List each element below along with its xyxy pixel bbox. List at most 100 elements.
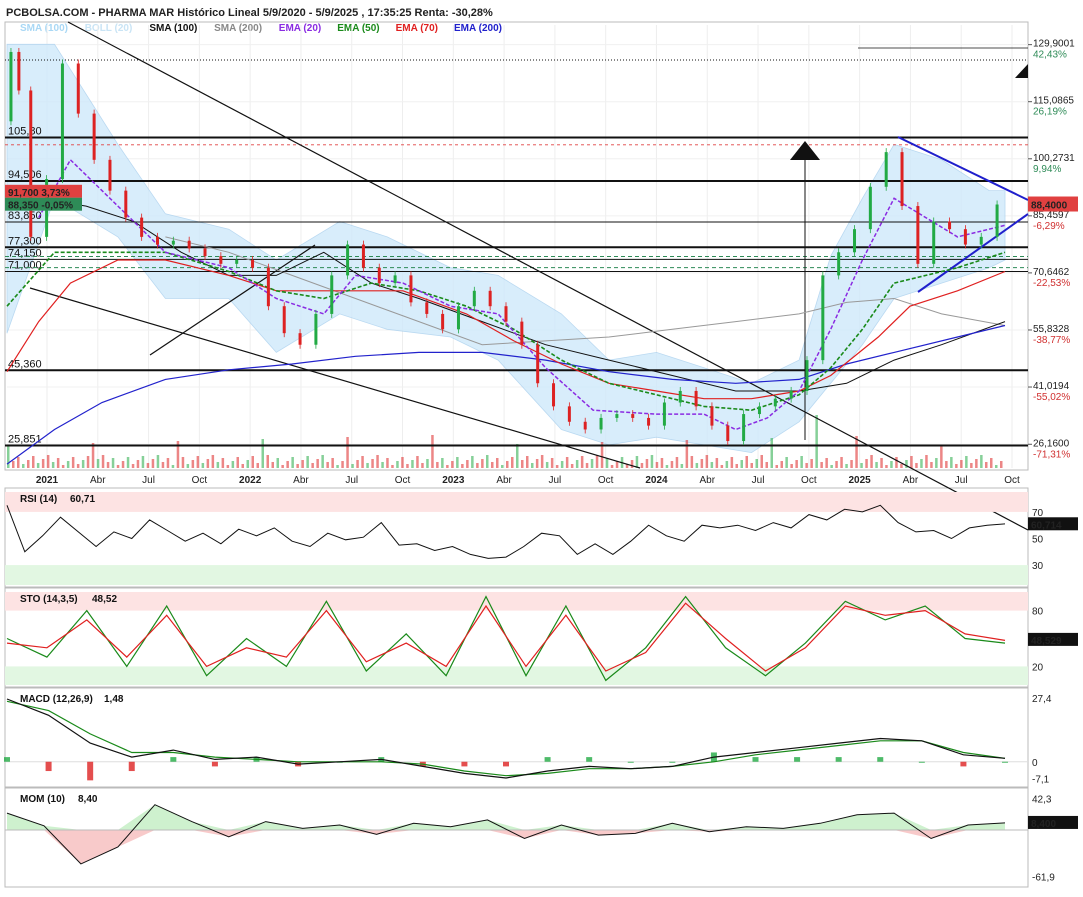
volume-bar — [231, 461, 235, 468]
volume-bar — [451, 461, 454, 468]
macd-histogram-bar — [503, 761, 509, 767]
mom-badge-label: 8,400 — [1031, 819, 1056, 830]
volume-bar — [920, 459, 923, 468]
rsi-axis-label: 30 — [1032, 561, 1044, 572]
volume-bar — [915, 463, 918, 468]
level-label: 83,850 — [8, 210, 42, 222]
volume-bar — [545, 462, 549, 468]
legend: SMA (100) BOLL (20) SMA (100) SMA (200) EMA … — [20, 23, 502, 34]
volume-bar — [635, 456, 639, 468]
volume-bar — [880, 458, 883, 468]
volume-bar — [381, 462, 384, 468]
volume-bar — [321, 455, 324, 468]
level-label: 71,000 — [8, 260, 42, 272]
volume-bar — [960, 460, 963, 468]
macd-histogram-bar — [1002, 761, 1008, 763]
volume-bar — [805, 463, 808, 468]
level-label: 45,360 — [8, 358, 42, 370]
volume-bar — [665, 465, 669, 468]
volume-bar — [830, 465, 833, 468]
macd-histogram-bar — [918, 761, 925, 763]
volume-bar — [311, 463, 314, 468]
volume-bar — [955, 464, 958, 468]
volume-bar — [351, 464, 354, 468]
volume-bar — [181, 457, 185, 468]
axis-pct-label: -55,02% — [1033, 392, 1070, 403]
volume-bar — [655, 462, 659, 468]
mom-axis-label: -61,9 — [1032, 872, 1055, 883]
volume-bar — [516, 444, 519, 468]
volume-bar — [685, 440, 689, 468]
volume-bar — [186, 464, 190, 468]
level-label: 94,506 — [8, 169, 42, 181]
volume-bar — [990, 458, 993, 468]
axis-pct-label: -71,31% — [1033, 449, 1070, 460]
volume-bar — [106, 462, 110, 468]
macd-histogram-bar — [752, 757, 759, 762]
macd-histogram-bar — [877, 757, 884, 762]
x-tick-label: 2025 — [849, 475, 872, 486]
last-price-label: 88,4000 — [1031, 201, 1068, 212]
macd-axis-label: 27,4 — [1032, 694, 1052, 705]
x-tick-label: Oct — [395, 475, 411, 486]
volume-bar — [540, 455, 544, 468]
level-label: 25,851 — [8, 433, 42, 445]
volume-bar — [301, 460, 304, 468]
volume-bar — [361, 456, 364, 468]
chart-stage: PCBOLSA.COM - PHARMA MAR Histórico Linea… — [0, 0, 1083, 892]
mom-title: MOM (10) — [20, 794, 65, 805]
x-tick-label: 2024 — [645, 475, 668, 486]
volume-bar — [550, 458, 554, 468]
axis-value-label: 55,8328 — [1033, 324, 1070, 335]
volume-bar — [610, 465, 614, 468]
volume-bar — [336, 465, 339, 468]
volume-bar — [12, 461, 15, 468]
volume-bar — [51, 462, 55, 468]
stock-chart[interactable]: PCBOLSA.COM - PHARMA MAR Histórico Linea… — [0, 0, 1083, 892]
macd-current: 1,48 — [104, 694, 124, 705]
volume-bar — [945, 461, 948, 468]
volume-bar — [875, 462, 878, 468]
volume-bar — [985, 462, 988, 468]
volume-bar — [850, 460, 853, 468]
price-tag-label: 88,350 -0,05% — [8, 201, 73, 212]
volume-bar — [770, 438, 773, 468]
volume-bar — [146, 463, 150, 468]
volume-bar — [421, 463, 424, 468]
x-tick-label: Jul — [142, 475, 155, 486]
volume-bar — [555, 465, 559, 468]
volume-bar — [526, 456, 529, 468]
volume-bar — [565, 457, 569, 468]
volume-bar — [491, 462, 494, 468]
volume-bar — [201, 463, 205, 468]
legend-item-5: EMA (50) — [337, 23, 379, 34]
macd-histogram-bar — [627, 761, 634, 763]
mom-axis-label: 42,3 — [1032, 794, 1052, 805]
volume-bar — [710, 462, 714, 468]
volume-bar — [341, 461, 344, 468]
axis-value-label: 41,0194 — [1033, 381, 1070, 392]
volume-bar — [191, 460, 195, 468]
volume-bar — [740, 460, 743, 468]
volume-bar — [511, 457, 514, 468]
volume-bar — [291, 457, 294, 468]
legend-item-0: SMA (100) — [20, 23, 68, 34]
volume-bar — [391, 465, 394, 468]
x-tick-label: Jul — [752, 475, 765, 486]
volume-bar — [76, 464, 80, 468]
volume-bar — [426, 459, 429, 468]
volume-bar — [441, 458, 444, 468]
volume-bar — [271, 462, 274, 468]
volume-bar — [466, 460, 469, 468]
volume-bar — [810, 459, 813, 468]
volume-bar — [501, 465, 504, 468]
volume-bar — [965, 456, 968, 468]
volume-bar — [66, 461, 70, 468]
volume-bar — [680, 464, 684, 468]
volume-bar — [131, 464, 135, 468]
volume-bar — [96, 459, 100, 468]
price-tags: 91,700 3,73% 88,350 -0,05% — [5, 184, 82, 212]
x-tick-label: Jul — [548, 475, 561, 486]
volume-bar — [326, 462, 329, 468]
volume-bar — [930, 462, 933, 468]
